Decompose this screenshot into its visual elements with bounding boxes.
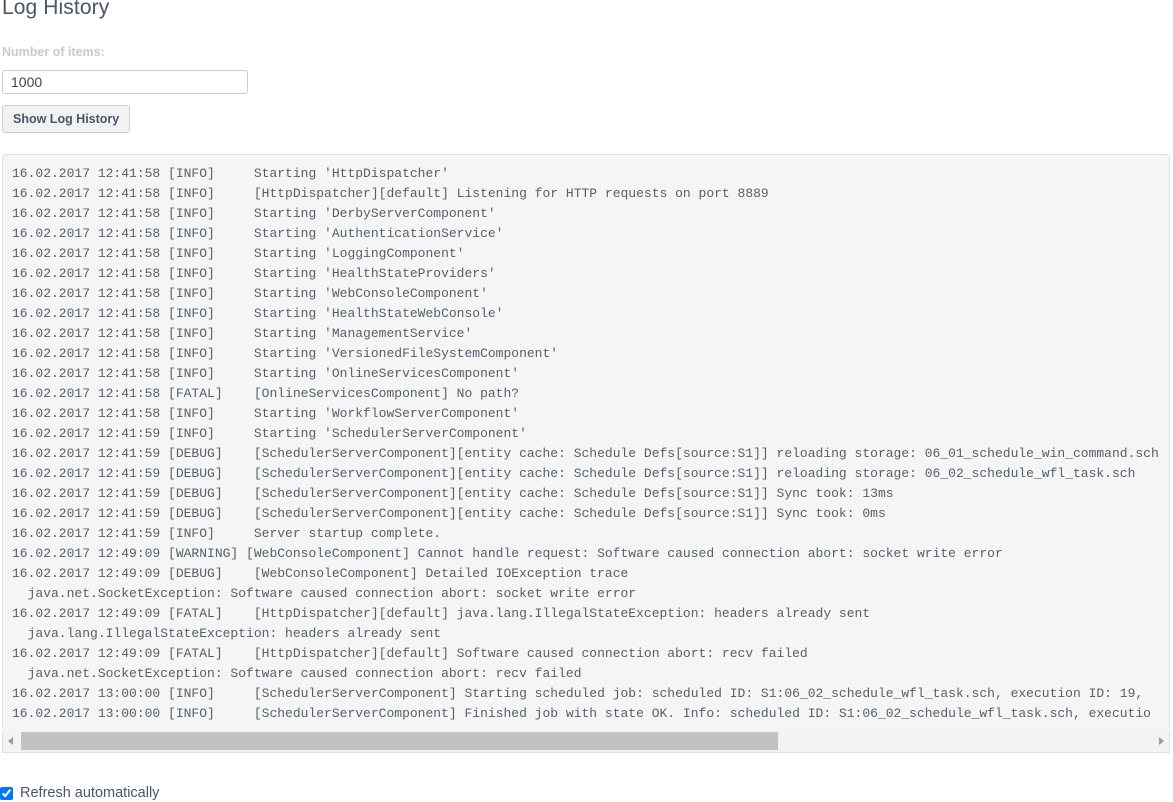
log-line: 16.02.2017 12:41:58 [INFO] [HttpDispatch… xyxy=(12,184,1169,204)
chevron-right-icon xyxy=(1159,737,1164,745)
log-line: 16.02.2017 12:49:09 [DEBUG] [WebConsoleC… xyxy=(12,564,1169,584)
log-line: 16.02.2017 12:41:59 [DEBUG] [SchedulerSe… xyxy=(12,484,1169,504)
log-line: 16.02.2017 12:41:58 [INFO] Starting 'Wor… xyxy=(12,404,1169,424)
log-line: 16.02.2017 12:41:58 [INFO] Starting 'Log… xyxy=(12,244,1169,264)
log-line: 16.02.2017 12:41:58 [FATAL] [OnlineServi… xyxy=(12,384,1169,404)
page-title: Log History xyxy=(2,0,109,22)
log-line: 16.02.2017 12:41:58 [INFO] Starting 'Onl… xyxy=(12,364,1169,384)
log-line: 16.02.2017 12:41:59 [INFO] Server startu… xyxy=(12,524,1169,544)
log-output-panel[interactable]: 16.02.2017 12:41:58 [INFO] Starting 'Htt… xyxy=(2,154,1170,731)
log-line: 16.02.2017 12:41:59 [INFO] Starting 'Sch… xyxy=(12,424,1169,444)
scrollbar-thumb[interactable] xyxy=(21,732,778,750)
log-line: 16.02.2017 12:41:59 [DEBUG] [SchedulerSe… xyxy=(12,464,1169,484)
number-of-items-label: Number of items: xyxy=(2,44,105,60)
log-line: 16.02.2017 12:41:58 [INFO] Starting 'Web… xyxy=(12,284,1169,304)
log-line: 16.02.2017 12:41:58 [INFO] Starting 'Man… xyxy=(12,324,1169,344)
refresh-automatically-checkbox[interactable] xyxy=(0,787,13,800)
log-line: 16.02.2017 13:00:00 [INFO] [SchedulerSer… xyxy=(12,704,1169,724)
number-of-items-input[interactable] xyxy=(2,70,248,94)
show-log-history-button[interactable]: Show Log History xyxy=(2,105,130,133)
log-line: 16.02.2017 12:41:59 [DEBUG] [SchedulerSe… xyxy=(12,444,1169,464)
log-line: 16.02.2017 12:41:59 [DEBUG] [SchedulerSe… xyxy=(12,504,1169,524)
log-line: 16.02.2017 12:49:09 [FATAL] [HttpDispatc… xyxy=(12,604,1169,624)
refresh-automatically-label[interactable]: Refresh automatically xyxy=(20,784,159,802)
log-horizontal-scrollbar[interactable] xyxy=(2,731,1170,753)
refresh-automatically-row: Refresh automatically xyxy=(0,784,159,802)
log-line: 16.02.2017 12:41:58 [INFO] Starting 'Hea… xyxy=(12,304,1169,324)
log-lines-container: 16.02.2017 12:41:58 [INFO] Starting 'Htt… xyxy=(3,164,1169,724)
log-line: 16.02.2017 12:41:58 [INFO] Starting 'Aut… xyxy=(12,224,1169,244)
scrollbar-left-button[interactable] xyxy=(3,731,20,751)
log-line: 16.02.2017 12:49:09 [WARNING] [WebConsol… xyxy=(12,544,1169,564)
log-line: java.lang.IllegalStateException: headers… xyxy=(12,624,1169,644)
scrollbar-right-button[interactable] xyxy=(1152,731,1169,751)
log-line: java.net.SocketException: Software cause… xyxy=(12,664,1169,684)
log-line: 16.02.2017 12:41:58 [INFO] Starting 'Htt… xyxy=(12,164,1169,184)
log-line: 16.02.2017 13:00:00 [INFO] [SchedulerSer… xyxy=(12,684,1169,704)
log-history-page: Log History Number of items: Show Log Hi… xyxy=(0,0,1173,802)
log-line: 16.02.2017 12:41:58 [INFO] Starting 'Ver… xyxy=(12,344,1169,364)
log-line: 16.02.2017 12:49:09 [FATAL] [HttpDispatc… xyxy=(12,644,1169,664)
log-line: 16.02.2017 12:41:58 [INFO] Starting 'Hea… xyxy=(12,264,1169,284)
chevron-left-icon xyxy=(8,737,13,745)
log-line: 16.02.2017 12:41:58 [INFO] Starting 'Der… xyxy=(12,204,1169,224)
log-line: java.net.SocketException: Software cause… xyxy=(12,584,1169,604)
